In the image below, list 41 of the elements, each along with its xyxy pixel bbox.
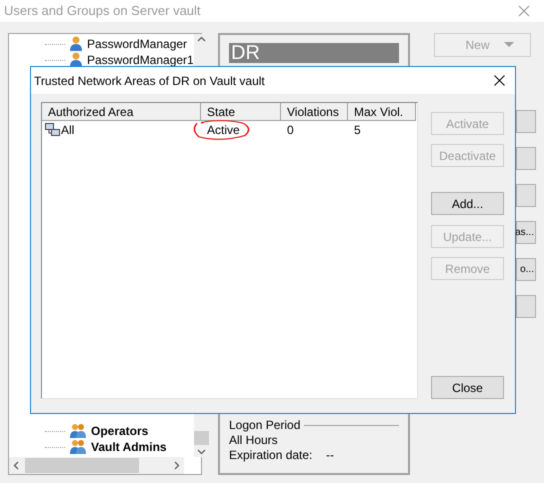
tree-item[interactable]: Vault Admins: [91, 438, 167, 456]
scroll-left-icon[interactable]: [13, 461, 19, 470]
side-button[interactable]: [516, 295, 536, 318]
scroll-thumb[interactable]: [25, 458, 139, 473]
table-cell: 5: [354, 123, 361, 137]
scroll-thumb[interactable]: [194, 431, 209, 445]
side-button[interactable]: [516, 110, 536, 133]
column-header[interactable]: State: [201, 103, 281, 121]
group-icon: [69, 423, 87, 439]
table-cell-text: Active: [207, 122, 240, 139]
column-header[interactable]: Authorized Area: [42, 103, 201, 121]
column-header[interactable]: Violations: [281, 103, 348, 121]
section-label: Logon Period: [229, 418, 300, 433]
column-header[interactable]: Max Viol.: [348, 103, 416, 121]
close-button[interactable]: Close: [431, 376, 504, 399]
logon-value: All Hours: [229, 433, 279, 448]
table-cell-text: All: [61, 122, 74, 139]
tree-item[interactable]: Operators: [91, 422, 148, 440]
side-button[interactable]: [516, 147, 536, 170]
user-icon: [69, 36, 83, 52]
scroll-up-icon[interactable]: [196, 36, 206, 42]
tree-item[interactable]: PasswordManager: [87, 35, 188, 53]
user-icon: [69, 52, 83, 68]
table-cell: 0: [287, 123, 294, 137]
scroll-right-icon[interactable]: [174, 461, 180, 470]
side-button[interactable]: [516, 184, 536, 207]
group-icon: [69, 439, 87, 455]
horizontal-scrollbar[interactable]: [9, 457, 184, 474]
tree-item[interactable]: PasswordManager1: [87, 51, 194, 69]
scroll-down-icon[interactable]: [196, 449, 206, 455]
side-button[interactable]: as...: [516, 221, 536, 244]
dialog-title: Trusted Network Areas of DR on Vault vault: [34, 72, 265, 90]
dropdown-caret-icon: [504, 42, 514, 48]
details-header: DR: [229, 43, 399, 63]
close-icon[interactable]: [494, 75, 505, 86]
window-title: Users and Groups on Server vault: [4, 2, 201, 20]
field-label: Expiration date:: [229, 448, 314, 463]
network-icon: [45, 123, 61, 137]
field-value: --: [326, 448, 334, 463]
action-button[interactable]: Add...: [431, 192, 504, 215]
side-button[interactable]: o...: [516, 258, 536, 281]
